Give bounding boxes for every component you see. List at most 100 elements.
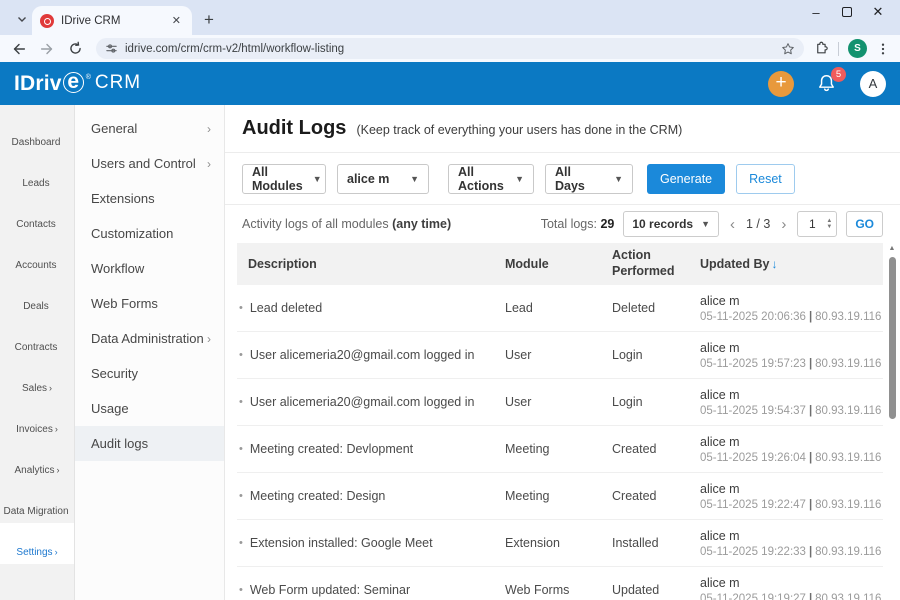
sidebar-item[interactable]: Deals [0, 277, 74, 318]
close-button[interactable]: ✕ [870, 4, 886, 20]
actions-select-value: All Actions [458, 165, 505, 193]
menu-item-label: Customization [91, 226, 173, 241]
menu-item-label: Workflow [91, 261, 144, 276]
reload-button[interactable] [64, 38, 86, 60]
audit-log-table: Description Module Action Performed Upda… [225, 243, 900, 600]
menu-item[interactable]: Audit logs [75, 426, 224, 461]
actions-select[interactable]: All Actions ▼ [448, 164, 534, 194]
log-module: Lead [505, 301, 612, 315]
menu-item[interactable]: General › [75, 111, 224, 146]
back-arrow-icon [11, 41, 27, 57]
user-avatar[interactable]: A [860, 71, 886, 97]
days-select-value: All Days [555, 165, 604, 193]
log-action: Installed [612, 536, 700, 550]
log-description: Lead deleted [250, 301, 322, 315]
browser-tab[interactable]: IDrive CRM ✕ [32, 6, 192, 35]
records-per-page-select[interactable]: 10 records ▼ [623, 211, 719, 237]
main-panel: Audit Logs (Keep track of everything you… [225, 105, 900, 600]
log-datetime: 05-11-2025 19:22:47 [700, 499, 806, 511]
menu-item[interactable]: Data Administration › [75, 321, 224, 356]
menu-item[interactable]: Usage [75, 391, 224, 426]
menu-item[interactable]: Users and Control › [75, 146, 224, 181]
site-info-icon[interactable] [105, 42, 118, 55]
table-scrollbar[interactable]: ▲ [888, 245, 896, 600]
modules-select[interactable]: All Modules ▼ [242, 164, 326, 194]
sidebar-item-label: Analytics [14, 465, 54, 476]
scrollbar-thumb[interactable] [889, 257, 896, 419]
url-text: idrive.com/crm/crm-v2/html/workflow-list… [125, 43, 774, 55]
scroll-up-icon[interactable]: ▲ [888, 245, 896, 252]
back-button[interactable] [8, 38, 30, 60]
notifications-button[interactable]: 5 [816, 73, 838, 95]
content-area: Dashboard Leads Contacts Accounts Deals [0, 105, 900, 600]
activity-label: Activity logs of all modules [242, 217, 389, 231]
sidebar-item[interactable]: Data Migration [0, 482, 74, 523]
sidebar-item[interactable]: Accounts [0, 236, 74, 277]
menu-item[interactable]: Web Forms [75, 286, 224, 321]
meta-separator: | [809, 593, 812, 600]
next-page-button[interactable]: › [779, 216, 788, 233]
sidebar-item[interactable]: Invoices› [0, 400, 74, 441]
days-select[interactable]: All Days ▼ [545, 164, 633, 194]
page-number-input[interactable]: 1 ▲▼ [797, 211, 837, 237]
log-ip: 80.93.19.116 [815, 358, 881, 370]
menu-item-label: Security [91, 366, 138, 381]
table-row: • Web Form updated: Seminar Web Forms Up… [237, 567, 883, 600]
deals-icon [29, 282, 46, 299]
forward-button[interactable] [36, 38, 58, 60]
browser-profile-avatar[interactable]: S [848, 39, 867, 58]
sidebar-item[interactable]: Leads [0, 154, 74, 195]
url-bar[interactable]: idrive.com/crm/crm-v2/html/workflow-list… [96, 38, 804, 59]
log-datetime: 05-11-2025 19:54:37 [700, 405, 806, 417]
sidebar-item[interactable]: Contracts [0, 318, 74, 359]
menu-item-label: Extensions [91, 191, 155, 206]
title-bar: Audit Logs (Keep track of everything you… [225, 105, 900, 153]
menu-item[interactable]: Security [75, 356, 224, 391]
bookmark-star-icon[interactable] [781, 42, 795, 56]
sidebar-item[interactable]: Analytics› [0, 441, 74, 482]
menu-item-label: Web Forms [91, 296, 158, 311]
user-select-value: alice m [347, 172, 389, 186]
log-ip: 80.93.19.116 [815, 546, 881, 558]
filter-bar: All Modules ▼ alice m ▼ All Actions ▼ Al… [225, 153, 900, 205]
minimize-button[interactable]: – [808, 5, 824, 20]
log-updated-by: alice m [700, 388, 883, 402]
reload-icon [68, 41, 83, 56]
bullet-icon: • [239, 537, 243, 549]
browser-menu-icon[interactable] [876, 42, 890, 56]
modules-select-value: All Modules [252, 165, 303, 193]
new-tab-button[interactable]: + [198, 9, 220, 31]
log-module: Web Forms [505, 583, 612, 597]
tab-close-icon[interactable]: ✕ [169, 14, 184, 27]
reset-button[interactable]: Reset [736, 164, 795, 194]
sidebar-item[interactable]: Settings› [0, 523, 74, 564]
table-body: • Lead deleted Lead Deleted alice m 05-1… [237, 285, 883, 600]
log-ip: 80.93.19.116 [815, 452, 881, 464]
prev-page-button[interactable]: ‹ [728, 216, 737, 233]
tab-search-button[interactable] [10, 9, 34, 29]
chevron-right-icon: › [207, 157, 211, 171]
menu-item[interactable]: Workflow [75, 251, 224, 286]
toolbar-divider [838, 42, 839, 56]
meta-separator: | [809, 546, 812, 558]
maximize-button[interactable] [842, 7, 852, 17]
extensions-puzzle-icon[interactable] [814, 41, 829, 56]
sidebar-item[interactable]: Sales› [0, 359, 74, 400]
spinner-down-icon[interactable]: ▼ [826, 224, 832, 230]
sidebar-item[interactable]: Dashboard [0, 113, 74, 154]
sidebar-item-label: Accounts [15, 260, 56, 271]
menu-item[interactable]: Customization [75, 216, 224, 251]
sidebar-item[interactable]: Contacts [0, 195, 74, 236]
generate-button[interactable]: Generate [647, 164, 725, 194]
bullet-icon: • [239, 490, 243, 502]
menu-item[interactable]: Extensions [75, 181, 224, 216]
col-header-updated-by[interactable]: Updated By↓ [700, 257, 883, 271]
accounts-icon [29, 241, 46, 258]
log-action: Created [612, 489, 700, 503]
log-updated-by: alice m [700, 576, 883, 590]
user-select[interactable]: alice m ▼ [337, 164, 429, 194]
quick-add-button[interactable]: + [768, 71, 794, 97]
log-description: Meeting created: Design [250, 489, 386, 503]
go-button[interactable]: GO [846, 211, 883, 237]
log-updated-by: alice m [700, 341, 883, 355]
